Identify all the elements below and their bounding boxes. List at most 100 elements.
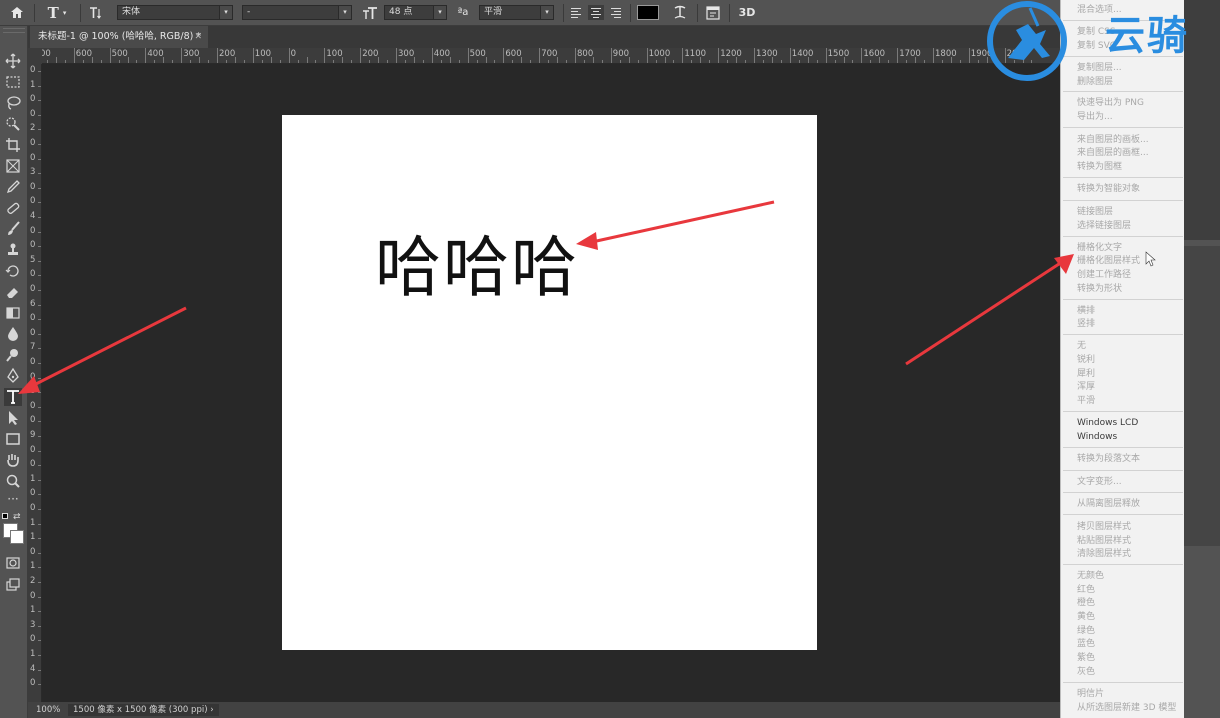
font-family-select[interactable]: 宋体 ▾: [117, 5, 233, 20]
tool-preset-picker[interactable]: T ▾: [42, 3, 72, 22]
menu-item[interactable]: 从所选图层新建 3D 模型: [1077, 702, 1176, 715]
menu-item[interactable]: 从隔离图层释放: [1077, 498, 1140, 511]
menu-item[interactable]: 链接图层: [1077, 206, 1113, 219]
hand-tool[interactable]: [4, 451, 22, 469]
history-brush-tool[interactable]: [4, 262, 22, 280]
warp-text-button[interactable]: [671, 3, 689, 22]
menu-item[interactable]: 浑厚: [1077, 381, 1095, 394]
blur-tool[interactable]: [4, 325, 22, 343]
close-icon[interactable]: ✕: [194, 26, 202, 48]
menu-item[interactable]: 锐利: [1077, 354, 1095, 367]
menu-item[interactable]: Windows: [1077, 431, 1117, 444]
antialias-select[interactable]: 平滑 ▾: [479, 5, 554, 20]
align-left-button[interactable]: [568, 5, 584, 20]
menu-item[interactable]: 拷贝图层样式: [1077, 521, 1131, 534]
quick-mask-button[interactable]: [4, 554, 22, 572]
menu-item[interactable]: 快速导出为 PNG: [1077, 97, 1144, 110]
menu-item[interactable]: 文字变形...: [1077, 476, 1122, 489]
menu-item[interactable]: 清除图层样式: [1077, 548, 1131, 561]
menu-item[interactable]: 无: [1077, 340, 1086, 353]
menu-item[interactable]: 蓝色: [1077, 638, 1095, 651]
menu-item[interactable]: 选择链接图层: [1077, 220, 1131, 233]
menu-divider: [1063, 411, 1183, 412]
document-tab[interactable]: 未标题-1 @ 100% (哈哈哈, RGB/8) * ✕: [30, 26, 208, 48]
rectangle-tool[interactable]: [4, 430, 22, 448]
menu-item[interactable]: 黄色: [1077, 611, 1095, 624]
quick-select-tool[interactable]: [4, 115, 22, 133]
character-panel-button[interactable]: [704, 3, 722, 22]
separator: [729, 4, 730, 22]
chevron-right-icon: ›: [210, 705, 214, 715]
document-info[interactable]: 1500 像素 x 1500 像素 (300 ppi) ›: [68, 704, 219, 716]
more-tools-button[interactable]: ···: [4, 493, 22, 511]
zoom-tool[interactable]: [4, 472, 22, 490]
menu-item[interactable]: 转换为段落文本: [1077, 453, 1140, 466]
background-color-swatch[interactable]: [10, 530, 24, 544]
clone-stamp-tool[interactable]: [4, 241, 22, 259]
canvas-text-layer[interactable]: 哈哈哈: [375, 235, 579, 301]
brush-tool[interactable]: [4, 220, 22, 238]
pen-tool[interactable]: [4, 367, 22, 385]
menu-item[interactable]: 无颜色: [1077, 570, 1104, 583]
menu-item[interactable]: 粘贴图层样式: [1077, 535, 1131, 548]
gradient-tool[interactable]: [4, 304, 22, 322]
menu-item[interactable]: 导出为...: [1077, 111, 1113, 124]
ruler-tick-label: 0: [30, 269, 36, 280]
menu-item[interactable]: 转换为图框: [1077, 161, 1122, 174]
menu-item[interactable]: 绿色: [1077, 625, 1095, 638]
menu-item[interactable]: 犀利: [1077, 368, 1095, 381]
menu-item[interactable]: 创建工作路径: [1077, 269, 1131, 282]
menu-item[interactable]: 转换为形状: [1077, 283, 1122, 296]
ruler-minor-tick: [38, 100, 41, 102]
ruler-minor-tick: [100, 60, 102, 63]
menu-item[interactable]: 转换为智能对象: [1077, 183, 1140, 196]
menu-item[interactable]: 栅格化文字: [1077, 242, 1122, 255]
horizontal-ruler[interactable]: 0060050040030020010001002003004005006007…: [42, 48, 1060, 64]
ruler-minor-tick: [38, 669, 41, 671]
frame-tool[interactable]: [4, 157, 22, 175]
ruler-minor-tick: [762, 60, 764, 63]
menu-item[interactable]: 红色: [1077, 584, 1095, 597]
toolbar-grip[interactable]: [3, 28, 25, 33]
menu-item[interactable]: 平滑: [1077, 395, 1095, 408]
type-tool[interactable]: [4, 388, 22, 406]
text-color-swatch[interactable]: [637, 5, 659, 20]
zoom-level[interactable]: 100%: [36, 702, 60, 718]
menu-item[interactable]: 紫色: [1077, 652, 1095, 665]
menu-item[interactable]: 橙色: [1077, 597, 1095, 610]
move-tool[interactable]: [4, 52, 22, 70]
eyedropper-tool[interactable]: [4, 178, 22, 196]
swap-colors-button[interactable]: ⇄: [13, 512, 21, 522]
menu-divider: [1063, 564, 1183, 565]
font-size-select[interactable]: 48 点 ▾: [384, 5, 447, 20]
home-button[interactable]: [6, 3, 28, 22]
3d-button[interactable]: 3D: [736, 3, 758, 22]
align-right-button[interactable]: [608, 5, 624, 20]
marquee-tool[interactable]: [4, 73, 22, 91]
menu-item[interactable]: 来自图层的画框...: [1077, 147, 1149, 160]
ruler-minor-tick: [38, 319, 41, 321]
menu-item[interactable]: 来自图层的画板...: [1077, 134, 1149, 147]
crop-tool[interactable]: [4, 136, 22, 154]
eraser-tool[interactable]: [4, 283, 22, 301]
menu-item[interactable]: 栅格化图层样式: [1077, 255, 1140, 268]
ruler-minor-tick: [959, 60, 961, 63]
menu-item[interactable]: 明信片: [1077, 688, 1104, 701]
toggle-text-orientation-button[interactable]: [86, 3, 106, 22]
path-selection-tool[interactable]: [4, 409, 22, 427]
ruler-minor-tick: [190, 60, 192, 63]
lasso-tool[interactable]: [4, 94, 22, 112]
align-center-button[interactable]: [588, 5, 604, 20]
screen-mode-button[interactable]: [4, 576, 22, 594]
vertical-ruler[interactable]: 0 1 0 0 2 0 0 3 0 0 4 0 0 5 0 0 6 0 0 7 0 0 8 0 0 9 0 0 1 0 0 1 1 0 1 2 0 1 3 0…: [28, 64, 42, 702]
menu-item[interactable]: 竖排: [1077, 318, 1095, 331]
font-style-select[interactable]: - ▾: [242, 5, 352, 20]
document-canvas[interactable]: 哈哈哈: [282, 115, 817, 650]
menu-item[interactable]: 横排: [1077, 305, 1095, 318]
default-colors-button[interactable]: [2, 513, 9, 520]
dodge-tool[interactable]: [4, 346, 22, 364]
healing-brush-tool[interactable]: [4, 199, 22, 217]
menu-item[interactable]: Windows LCD: [1077, 417, 1138, 430]
menu-item[interactable]: 灰色: [1077, 666, 1095, 679]
ruler-origin[interactable]: [28, 48, 42, 64]
